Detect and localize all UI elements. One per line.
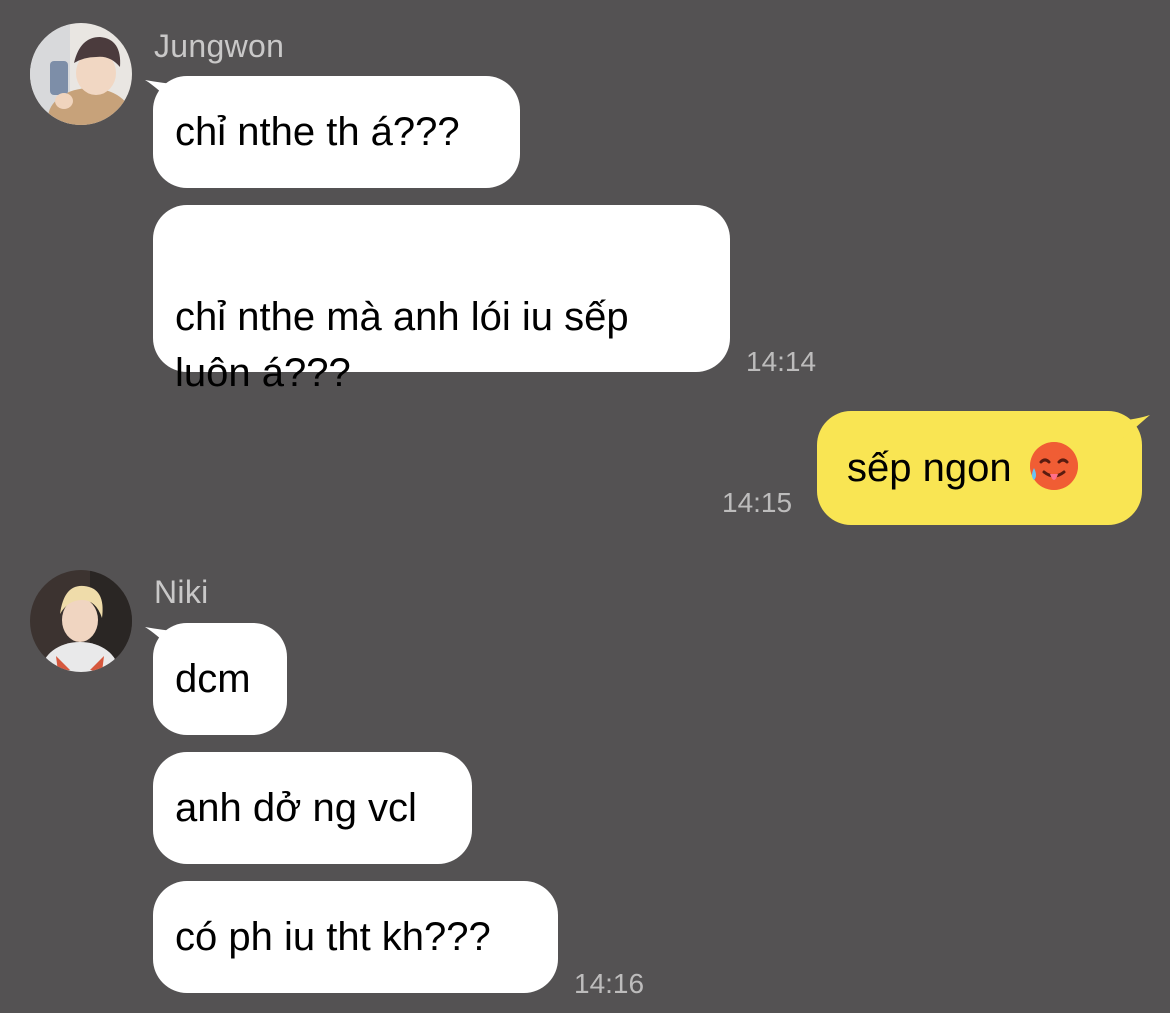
message-timestamp: 14:15 [722, 487, 793, 518]
message-bubble-mine[interactable]: sếp ngon [817, 411, 1142, 525]
sender-name-niki: Niki [154, 574, 209, 610]
bubble-tail-right [1110, 415, 1150, 447]
message-timestamp: 14:16 [574, 968, 645, 999]
message-text: sếp ngon [847, 446, 1012, 490]
niki-avatar-icon [30, 570, 132, 672]
message-text: chỉ nthe mà anh lói iu sếp luôn á??? [175, 295, 629, 395]
message-text: có ph iu tht kh??? [175, 915, 491, 959]
message-bubble[interactable]: dcm [153, 623, 287, 735]
sender-name-jungwon: Jungwon [154, 28, 285, 64]
message-bubble[interactable]: anh dở ng vcl [153, 752, 472, 864]
message-text: anh dở ng vcl [175, 786, 417, 830]
avatar-jungwon[interactable] [30, 23, 132, 125]
message-bubble[interactable]: chỉ nthe mà anh lói iu sếp luôn á??? [153, 205, 730, 395]
avatar-niki[interactable] [30, 570, 132, 672]
hot-face-emoji-icon [1029, 442, 1078, 491]
message-bubble[interactable]: có ph iu tht kh??? [153, 881, 558, 993]
message-text: chỉ nthe th á??? [175, 110, 460, 154]
message-timestamp: 14:14 [746, 346, 817, 377]
jungwon-avatar-icon [30, 23, 132, 125]
message-bubble[interactable]: chỉ nthe th á??? [153, 76, 520, 188]
message-text: dcm [175, 657, 251, 701]
